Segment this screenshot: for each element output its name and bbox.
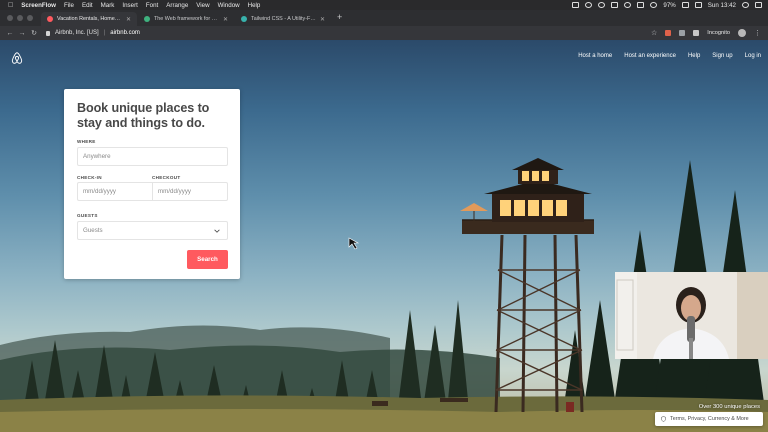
checkout-date-input[interactable]: mm/dd/yyyy	[152, 182, 228, 201]
extension-icon[interactable]	[679, 30, 686, 36]
bookmark-star-icon[interactable]: ☆	[651, 29, 657, 37]
guests-label: GUESTS	[77, 213, 98, 218]
apple-icon[interactable]: 	[8, 2, 13, 9]
notification-center-icon[interactable]	[755, 2, 762, 8]
menu-kebab-icon[interactable]: ⋮	[754, 29, 761, 37]
menubar-clock[interactable]: Sun 13:42	[708, 2, 736, 9]
wifi-icon[interactable]	[650, 2, 658, 8]
sync-icon[interactable]	[598, 2, 606, 8]
dropbox-icon[interactable]	[585, 2, 593, 8]
menu-insert[interactable]: Insert	[122, 2, 137, 9]
nav-help[interactable]: Help	[688, 53, 700, 59]
menu-font[interactable]: Font	[146, 2, 158, 9]
tab-airbnb[interactable]: Vacation Rentals, Homes, Expe ✕	[41, 12, 137, 26]
menu-file[interactable]: File	[64, 2, 74, 9]
airbnb-favicon-icon	[47, 16, 53, 22]
window-controls	[0, 15, 41, 26]
spotlight-icon[interactable]	[742, 2, 749, 8]
forward-arrow-icon[interactable]: →	[16, 30, 28, 37]
menu-arrange[interactable]: Arrange	[166, 2, 188, 9]
tab-title: Tailwind CSS - A Utility-First C	[251, 16, 316, 22]
tab-web-framework[interactable]: The Web framework for perfec ✕	[138, 12, 234, 26]
address-url[interactable]: airbnb.com	[110, 30, 140, 36]
address-separator: |	[103, 30, 106, 36]
globe-icon	[661, 416, 666, 422]
extension-icon[interactable]	[665, 30, 672, 36]
menu-window[interactable]: Window	[218, 2, 240, 9]
screenflow-status-icon[interactable]	[572, 2, 580, 8]
site-nav: Host a home Host an experience Help Sign…	[578, 53, 761, 59]
terms-button[interactable]: Terms, Privacy, Currency & More	[655, 412, 763, 426]
minimize-window-button[interactable]	[17, 15, 23, 21]
bluetooth-icon[interactable]	[637, 2, 645, 8]
framework-favicon-icon	[144, 16, 150, 22]
lock-icon	[46, 30, 50, 36]
search-heading: Book unique places to stay and things to…	[77, 101, 210, 130]
checkin-date-input[interactable]: mm/dd/yyyy	[77, 182, 153, 201]
close-tab-icon[interactable]: ✕	[320, 16, 325, 23]
close-window-button[interactable]	[7, 15, 13, 21]
menu-mark[interactable]: Mark	[101, 2, 115, 9]
site-identity[interactable]: Airbnb, Inc. [US]	[55, 30, 99, 36]
incognito-avatar-icon[interactable]	[738, 29, 746, 37]
cloud-icon[interactable]	[611, 2, 619, 8]
new-tab-button[interactable]: +	[332, 11, 342, 26]
incognito-label[interactable]: Incognito	[707, 30, 730, 36]
airbnb-logo-icon[interactable]	[10, 51, 24, 65]
nav-host-a-home[interactable]: Host a home	[578, 53, 612, 59]
where-input[interactable]: Anywhere	[77, 147, 228, 166]
tab-tailwind[interactable]: Tailwind CSS - A Utility-First C ✕	[235, 12, 331, 26]
nav-host-an-experience[interactable]: Host an experience	[624, 53, 676, 59]
menu-edit[interactable]: Edit	[82, 2, 93, 9]
tailwind-favicon-icon	[241, 16, 247, 22]
browser-toolbar: ← → ↻ Airbnb, Inc. [US] | airbnb.com ☆ I…	[0, 26, 768, 40]
checkin-label: CHECK-IN	[77, 175, 102, 180]
time-machine-icon[interactable]	[624, 2, 632, 8]
tab-title: Vacation Rentals, Homes, Expe	[57, 16, 122, 22]
chevron-down-icon	[214, 229, 220, 233]
terms-label: Terms, Privacy, Currency & More	[670, 416, 749, 422]
checkout-label: CHECKOUT	[152, 175, 181, 180]
input-flag-icon[interactable]	[694, 2, 702, 8]
tab-title: The Web framework for perfec	[154, 16, 219, 22]
places-count: Over 300 unique places	[698, 404, 760, 410]
zoom-window-button[interactable]	[27, 15, 33, 21]
macos-menubar:  ScreenFlow File Edit Mark Insert Font …	[0, 0, 768, 10]
browser-tab-strip: Vacation Rentals, Homes, Expe ✕ The Web …	[0, 10, 768, 26]
extension-icon[interactable]	[693, 30, 700, 36]
menu-help[interactable]: Help	[248, 2, 261, 9]
guests-select[interactable]: Guests	[77, 221, 228, 240]
webcam-overlay	[615, 272, 768, 359]
menu-app-name[interactable]: ScreenFlow	[21, 2, 56, 9]
menu-view[interactable]: View	[196, 2, 209, 9]
battery-icon[interactable]	[681, 2, 689, 8]
close-tab-icon[interactable]: ✕	[223, 16, 228, 23]
guests-value: Guests	[83, 227, 103, 234]
nav-log-in[interactable]: Log in	[745, 53, 761, 59]
nav-sign-up[interactable]: Sign up	[712, 53, 732, 59]
where-label: WHERE	[77, 139, 96, 144]
close-tab-icon[interactable]: ✕	[126, 16, 131, 23]
battery-percent[interactable]: 97%	[663, 2, 675, 9]
search-card: Book unique places to stay and things to…	[64, 89, 240, 279]
reload-icon[interactable]: ↻	[28, 29, 40, 37]
back-arrow-icon[interactable]: ←	[4, 30, 16, 37]
address-bar[interactable]: Airbnb, Inc. [US] | airbnb.com	[46, 28, 140, 39]
page-viewport: Host a home Host an experience Help Sign…	[0, 40, 768, 432]
search-button[interactable]: Search	[187, 250, 228, 269]
